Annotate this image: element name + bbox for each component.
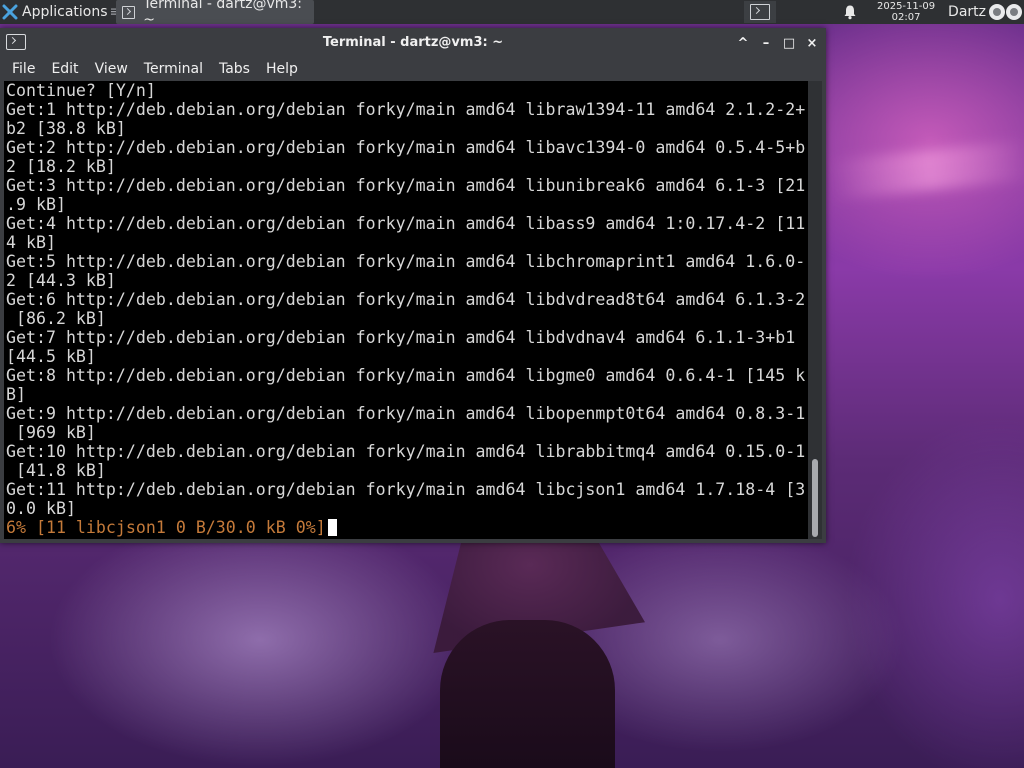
terminal-icon	[122, 5, 136, 19]
terminal-line: Get:10 http://deb.debian.org/debian fork…	[6, 442, 806, 461]
terminal-line: 2 [44.3 kB]	[6, 271, 116, 290]
scrollbar-thumb[interactable]	[812, 459, 818, 537]
shade-button[interactable]: ^	[735, 35, 751, 51]
terminal-line: Get:2 http://deb.debian.org/debian forky…	[6, 138, 806, 157]
terminal-window: Terminal - dartz@vm3: ~ ^ – □ × File Edi…	[0, 28, 826, 543]
terminal-line: [44.5 kB]	[6, 347, 96, 366]
terminal-line: 0.0 kB]	[6, 499, 76, 518]
applications-icon	[2, 4, 18, 20]
terminal-line: Get:7 http://deb.debian.org/debian forky…	[6, 328, 796, 347]
close-button[interactable]: ×	[804, 35, 820, 51]
terminal-scrollbar[interactable]	[808, 81, 822, 539]
menu-terminal[interactable]: Terminal	[136, 61, 211, 77]
menu-tabs[interactable]: Tabs	[211, 61, 258, 77]
terminal-output[interactable]: Continue? [Y/n] Get:1 http://deb.debian.…	[4, 81, 808, 539]
terminal-line: [86.2 kB]	[6, 309, 106, 328]
terminal-line: 2 [18.2 kB]	[6, 157, 116, 176]
terminal-line: B]	[6, 385, 26, 404]
terminal-line: [969 kB]	[6, 423, 96, 442]
clock[interactable]: 2025-11-09 02:07	[872, 1, 940, 23]
terminal-text: Continue? [Y/n] Get:1 http://deb.debian.…	[4, 81, 808, 518]
terminal-line: Get:3 http://deb.debian.org/debian forky…	[6, 176, 806, 195]
terminal-line: Get:9 http://deb.debian.org/debian forky…	[6, 404, 806, 423]
clock-time: 02:07	[891, 12, 921, 23]
clock-date: 2025-11-09	[876, 1, 936, 12]
terminal-cursor	[327, 519, 337, 536]
user-avatar-icon[interactable]	[1006, 4, 1022, 20]
tray-terminal-launcher[interactable]	[744, 1, 777, 23]
notification-bell-icon[interactable]	[842, 4, 858, 20]
window-titlebar[interactable]: Terminal - dartz@vm3: ~ ^ – □ ×	[0, 28, 826, 58]
taskbar-terminal-label: Terminal - dartz@vm3: ~	[143, 0, 303, 28]
terminal-icon	[750, 4, 771, 20]
minimize-button[interactable]: –	[758, 35, 774, 51]
menu-view[interactable]: View	[87, 61, 136, 77]
terminal-line: Continue? [Y/n]	[6, 81, 156, 100]
wallpaper-figure	[440, 620, 615, 768]
terminal-line: Get:11 http://deb.debian.org/debian fork…	[6, 480, 806, 499]
maximize-button[interactable]: □	[781, 35, 797, 51]
applications-menu-button[interactable]: Applications ≡	[0, 0, 121, 24]
terminal-line: b2 [38.8 kB]	[6, 119, 126, 138]
taskbar-terminal-button[interactable]: Terminal - dartz@vm3: ~	[116, 0, 314, 28]
terminal-line: 4 kB]	[6, 233, 56, 252]
user-menu-button[interactable]: Dartz	[948, 4, 986, 20]
terminal-line: Get:8 http://deb.debian.org/debian forky…	[6, 366, 806, 385]
menu-file[interactable]: File	[4, 61, 43, 77]
menu-edit[interactable]: Edit	[43, 61, 86, 77]
window-title: Terminal - dartz@vm3: ~	[322, 35, 504, 50]
download-progress-line: 6% [11 libcjson1 0 B/30.0 kB 0%]	[6, 518, 326, 537]
terminal-line: Get:5 http://deb.debian.org/debian forky…	[6, 252, 806, 271]
menubar: File Edit View Terminal Tabs Help	[0, 58, 826, 80]
terminal-line: Get:1 http://deb.debian.org/debian forky…	[6, 100, 806, 119]
applications-label: Applications	[22, 4, 108, 20]
terminal-line: .9 kB]	[6, 195, 66, 214]
user-status-icon[interactable]	[989, 4, 1005, 20]
top-panel: Applications ≡ Terminal - dartz@vm3: ~ 2…	[0, 0, 1024, 28]
terminal-line: [41.8 kB]	[6, 461, 106, 480]
wallpaper-light	[828, 139, 1024, 201]
terminal-line: Get:6 http://deb.debian.org/debian forky…	[6, 290, 806, 309]
menu-help[interactable]: Help	[258, 61, 306, 77]
terminal-line: Get:4 http://deb.debian.org/debian forky…	[6, 214, 806, 233]
